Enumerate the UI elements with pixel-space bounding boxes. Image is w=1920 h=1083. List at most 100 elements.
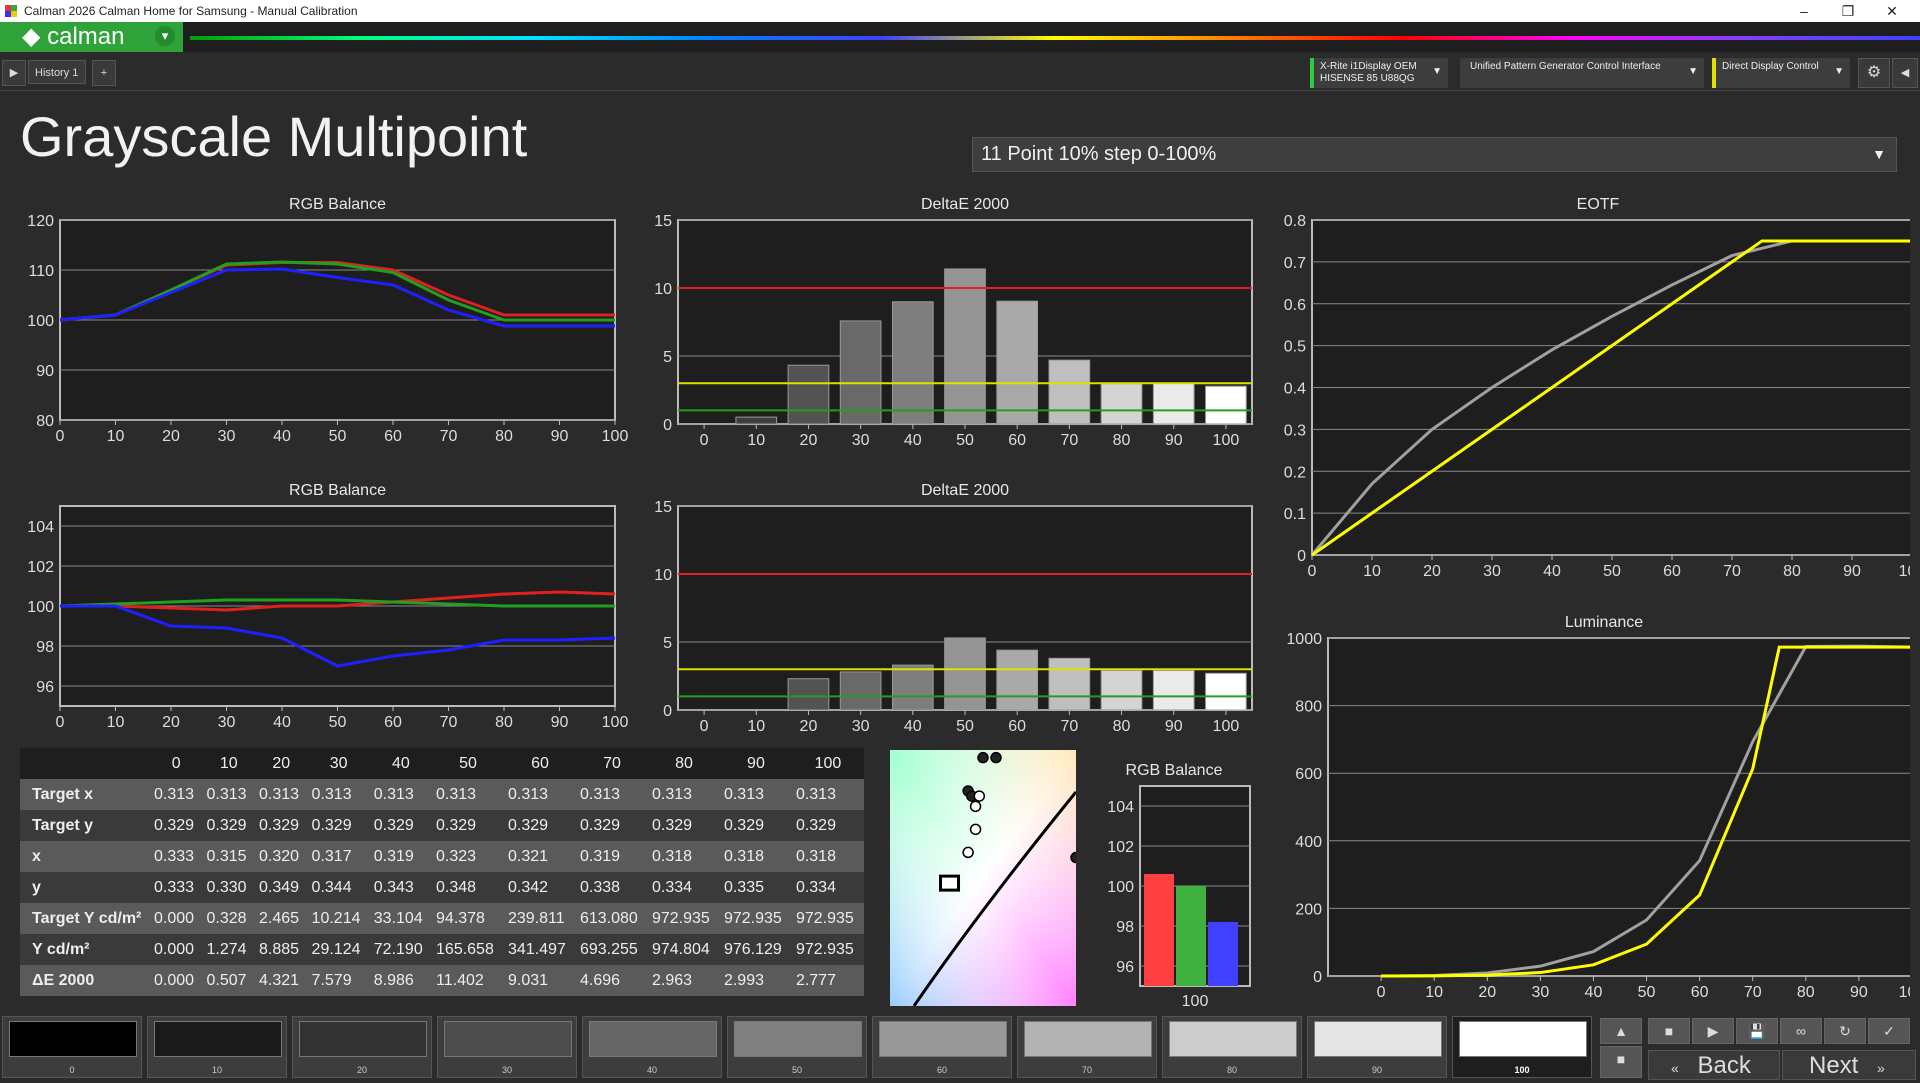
preset-dropdown[interactable]: 11 Point 10% step 0-100% ▼ [972, 137, 1897, 172]
y-tick-label: 0 [1313, 969, 1322, 986]
y-tick-label: 98 [36, 639, 54, 656]
measurement-table: 0 10 20 30 40 50 60 70 80 90 100 Target x 0.313 0.31… [20, 748, 864, 996]
play-button[interactable]: ▶ [1692, 1018, 1734, 1044]
table-cell: 1.274 [202, 934, 256, 965]
table-cell: 0.343 [369, 872, 433, 903]
table-row: ΔE 2000 0.000 0.507 4.321 7.579 8.986 11.402 9.… [20, 965, 864, 996]
cie-overlay [890, 750, 1076, 1006]
swatch-10[interactable]: 10 [147, 1016, 287, 1078]
table-cell: 4.696 [575, 965, 648, 996]
add-tab-button[interactable]: + [92, 60, 116, 86]
back-button[interactable]: « Back [1648, 1050, 1780, 1080]
table-cell: 29.124 [307, 934, 370, 965]
meter-device-selector[interactable]: X-Rite i1Display OEM HISENSE 85 U88QG ▼ [1310, 58, 1448, 88]
table-cell: 0.000 [150, 903, 203, 934]
chevron-down-icon: ▾ [155, 26, 175, 46]
row-label: y [20, 872, 150, 903]
swatch-100[interactable]: 100 [1452, 1016, 1592, 1078]
x-tick-label: 80 [495, 428, 513, 445]
display-control-selector[interactable]: Direct Display Control ▼ [1712, 58, 1850, 88]
table-cell: 165.658 [432, 934, 504, 965]
play-icon: ▶ [1707, 1023, 1719, 1039]
check-button[interactable]: ✓ [1868, 1018, 1910, 1044]
table-cell: 0.333 [150, 841, 203, 872]
save-button[interactable]: 💾 [1736, 1018, 1778, 1044]
close-button[interactable]: ✕ [1870, 0, 1914, 22]
swatch-30[interactable]: 30 [437, 1016, 577, 1078]
swatch-50[interactable]: 50 [727, 1016, 867, 1078]
table-cell: 0.329 [307, 810, 370, 841]
x-tick-label: 0 [56, 428, 65, 445]
x-tick-label: 80 [1783, 563, 1801, 580]
x-tick-label: 10 [107, 428, 125, 445]
stop-button[interactable]: ■ [1648, 1018, 1690, 1044]
swatch-label: 70 [1081, 1065, 1092, 1075]
x-tick-label: 90 [1165, 432, 1183, 449]
x-tick-label: 50 [1638, 984, 1656, 1001]
table-cell: 0.323 [432, 841, 504, 872]
swatch-0[interactable]: 0 [2, 1016, 142, 1078]
calman-menu-button[interactable]: ◆ calman ▾ [0, 22, 183, 52]
y-tick-label: 0.1 [1284, 506, 1306, 523]
table-cell: 7.579 [307, 965, 370, 996]
swatch-color [1459, 1021, 1587, 1057]
swatch-70[interactable]: 70 [1017, 1016, 1157, 1078]
table-header-cell: 80 [647, 748, 720, 779]
tab-history-1[interactable]: History 1 [28, 60, 86, 84]
minimize-button[interactable]: – [1782, 0, 1826, 22]
table-cell: 0.507 [202, 965, 256, 996]
deltae-bar [944, 637, 986, 711]
table-cell: 0.335 [719, 872, 792, 903]
pattern-generator-selector[interactable]: Unified Pattern Generator Control Interf… [1460, 58, 1704, 88]
x-tick-label: 0 [1377, 984, 1386, 1001]
x-tick-label: 0 [700, 432, 709, 449]
x-tick-label: 20 [1478, 984, 1496, 1001]
settings-button[interactable]: ⚙ [1858, 58, 1890, 88]
x-tick-label: 10 [747, 432, 765, 449]
sidebar-toggle-button[interactable]: ▶ [2, 60, 26, 86]
refresh-button[interactable]: ↻ [1824, 1018, 1866, 1044]
table-cell: 972.935 [719, 903, 792, 934]
table-cell: 0.313 [504, 779, 576, 810]
y-tick-label: 0.8 [1284, 213, 1306, 230]
measurement-point [1070, 851, 1076, 864]
swatch-60[interactable]: 60 [872, 1016, 1012, 1078]
table-cell: 0.342 [504, 872, 576, 903]
x-tick-label: 90 [1843, 563, 1861, 580]
deltae-bar [891, 301, 934, 425]
maximize-button[interactable]: ❐ [1826, 0, 1870, 22]
table-cell: 0.348 [432, 872, 504, 903]
deltae-bar [996, 649, 1039, 711]
swatch-40[interactable]: 40 [582, 1016, 722, 1078]
record-button[interactable]: ■ [1600, 1046, 1642, 1078]
swatch-90[interactable]: 90 [1307, 1016, 1447, 1078]
y-tick-label: 0.7 [1284, 255, 1306, 272]
table-cell: 0.333 [150, 872, 203, 903]
rgb-bar [1208, 922, 1238, 986]
chevron-up-button[interactable]: ▲ [1600, 1018, 1642, 1044]
swatch-80[interactable]: 80 [1162, 1016, 1302, 1078]
chevron-up-icon: ▲ [1614, 1023, 1628, 1039]
table-cell: 2.993 [719, 965, 792, 996]
table-cell: 0.319 [369, 841, 433, 872]
table-cell: 0.317 [307, 841, 370, 872]
loop-button[interactable]: ∞ [1780, 1018, 1822, 1044]
x-tick-label: 80 [495, 714, 513, 731]
x-tick-label: 70 [440, 428, 458, 445]
table-cell: 239.811 [504, 903, 576, 934]
collapse-panel-button[interactable]: ◀ [1892, 58, 1918, 88]
swatch-label: 60 [936, 1065, 947, 1075]
x-tick-label: 40 [904, 718, 922, 735]
table-cell: 0.320 [255, 841, 308, 872]
x-tick-label: 20 [162, 714, 180, 731]
next-button[interactable]: Next » [1782, 1050, 1916, 1080]
swatch-label: 20 [356, 1065, 367, 1075]
table-cell: 972.935 [791, 934, 864, 965]
y-tick-label: 100 [27, 313, 54, 330]
x-tick-label: 30 [1483, 563, 1501, 580]
table-cell: 341.497 [504, 934, 576, 965]
y-tick-label: 200 [1295, 901, 1322, 918]
x-tick-label: 100 [602, 428, 629, 445]
swatch-20[interactable]: 20 [292, 1016, 432, 1078]
table-cell: 693.255 [575, 934, 648, 965]
